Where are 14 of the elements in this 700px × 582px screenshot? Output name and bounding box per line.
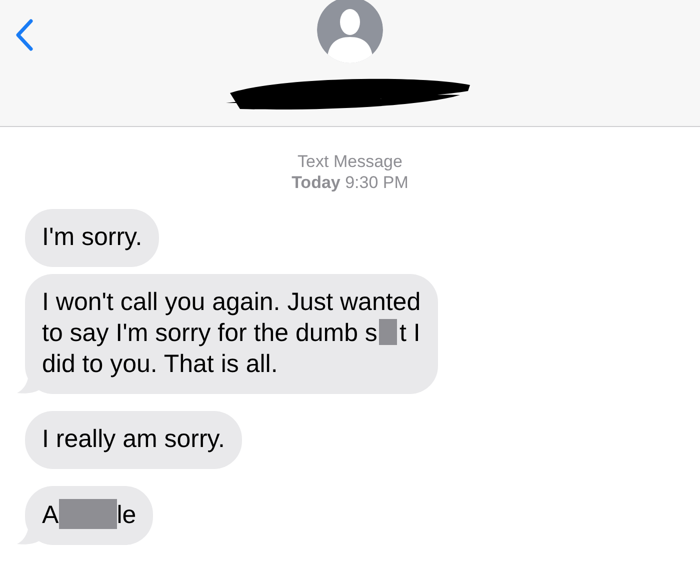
avatar-icon[interactable] [317, 0, 383, 63]
back-button[interactable] [14, 18, 34, 52]
message-text: did to you. That is all. [42, 350, 278, 378]
message-time: Today 9:30 PM [290, 172, 410, 193]
message-text: I really am sorry. [42, 425, 225, 453]
redaction-block [58, 499, 117, 529]
message-text: t I [399, 319, 420, 347]
redaction-block [379, 319, 398, 345]
message-text: A [42, 501, 59, 529]
message-text: le [116, 501, 136, 529]
message-text: to say I'm sorry for the dumb s [42, 319, 378, 347]
message-text: I won't call you again. Just wanted [42, 288, 421, 316]
message-text: I'm sorry. [42, 223, 142, 251]
service-label: Text Message [296, 151, 404, 172]
